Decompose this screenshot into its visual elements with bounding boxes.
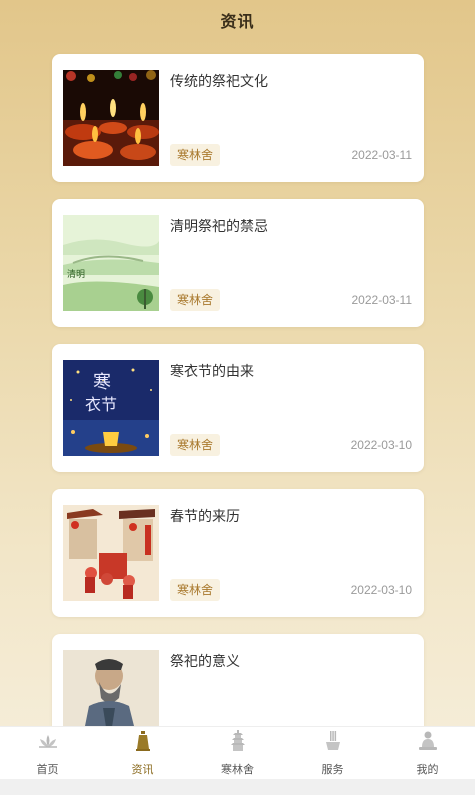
article-title: 春节的来历 bbox=[170, 509, 240, 525]
article-date: 2022-03-11 bbox=[351, 148, 413, 162]
qingming-image: 清明 bbox=[63, 215, 159, 311]
spring-festival-image bbox=[63, 505, 159, 601]
tab-mine[interactable]: 我的 bbox=[388, 728, 468, 778]
tab-label: 资讯 bbox=[131, 763, 154, 776]
tab-hanlinshe[interactable]: 寒林舍 bbox=[198, 728, 278, 778]
bell-icon bbox=[131, 729, 155, 757]
article-card[interactable]: 寒 衣节 寒衣节的由来 寒林舍 2022-03-10 bbox=[52, 344, 424, 472]
candles-image bbox=[63, 70, 159, 166]
article-title: 寒衣节的由来 bbox=[170, 364, 254, 380]
tab-label: 寒林舍 bbox=[221, 763, 254, 776]
article-tag: 寒林舍 bbox=[170, 289, 221, 311]
article-date: 2022-03-10 bbox=[350, 438, 412, 452]
tab-news[interactable]: 资讯 bbox=[103, 728, 183, 778]
article-title: 传统的祭祀文化 bbox=[170, 74, 268, 90]
system-navigation-bar bbox=[0, 779, 475, 795]
svg-text:衣节: 衣节 bbox=[85, 395, 117, 414]
svg-text:清明: 清明 bbox=[67, 268, 85, 280]
tab-label: 我的 bbox=[416, 763, 439, 776]
tab-home[interactable]: 首页 bbox=[8, 728, 88, 778]
article-title: 祭祀的意义 bbox=[170, 654, 240, 670]
article-date: 2022-03-11 bbox=[351, 293, 413, 307]
lotus-icon bbox=[36, 729, 60, 757]
article-tag: 寒林舍 bbox=[170, 579, 221, 601]
bottom-tab-bar: 首页 资讯 寒林舍 服务 我的 bbox=[0, 726, 475, 779]
article-card[interactable]: 传统的祭祀文化 寒林舍 2022-03-11 bbox=[52, 54, 424, 182]
incense-icon bbox=[321, 729, 345, 757]
hanyijie-image: 寒 衣节 bbox=[63, 360, 159, 456]
article-tag: 寒林舍 bbox=[170, 434, 221, 456]
buddha-icon bbox=[416, 729, 440, 757]
page-title: 资讯 bbox=[220, 12, 255, 31]
svg-text:寒: 寒 bbox=[93, 372, 111, 393]
article-title: 清明祭祀的禁忌 bbox=[170, 219, 268, 235]
article-card[interactable]: 清明 清明祭祀的禁忌 寒林舍 2022-03-11 bbox=[52, 199, 424, 327]
tab-label: 首页 bbox=[36, 763, 59, 776]
tab-label: 服务 bbox=[321, 763, 344, 776]
article-tag: 寒林舍 bbox=[170, 144, 221, 166]
article-date: 2022-03-10 bbox=[350, 583, 412, 597]
article-card[interactable]: 春节的来历 寒林舍 2022-03-10 bbox=[52, 489, 424, 617]
top-header: 资讯 bbox=[0, 0, 475, 40]
pagoda-icon bbox=[226, 729, 250, 757]
tab-service[interactable]: 服务 bbox=[293, 728, 373, 778]
